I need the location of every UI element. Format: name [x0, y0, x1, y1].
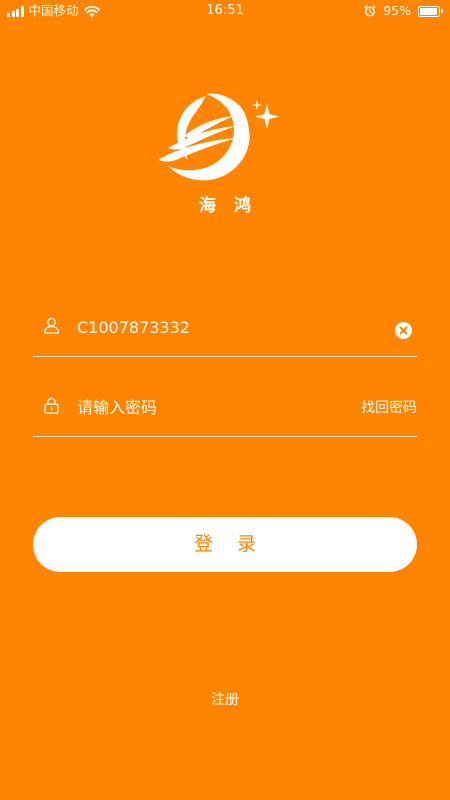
password-input[interactable]	[77, 394, 337, 420]
username-row	[33, 314, 417, 357]
battery-fill	[420, 7, 438, 15]
login-button[interactable]: 登 录	[33, 517, 417, 572]
clear-icon[interactable]	[395, 322, 412, 339]
lock-icon	[44, 397, 59, 414]
alarm-icon	[364, 5, 376, 17]
status-bar: 中国移动 16:51 95%	[0, 0, 450, 24]
status-right: 95%	[364, 3, 443, 19]
sparkle-small-icon	[252, 100, 262, 110]
username-input[interactable]	[77, 314, 377, 340]
user-icon	[43, 317, 60, 334]
battery-icon	[418, 5, 443, 17]
sparkle-icon	[255, 104, 279, 129]
password-row: 找回密码	[33, 394, 417, 437]
brand-name: 海 鸿	[199, 196, 257, 216]
forgot-password-link[interactable]: 找回密码	[361, 398, 417, 418]
brand-logo	[158, 93, 279, 181]
register-row: 注册	[0, 690, 450, 710]
password-underline	[33, 436, 417, 437]
register-link[interactable]: 注册	[211, 692, 239, 708]
battery-percent: 95%	[383, 3, 411, 18]
login-screen: 中国移动 16:51 95% 海 鸿 C1007873332 找回密码 登 录 …	[0, 0, 450, 800]
username-underline	[33, 356, 417, 357]
